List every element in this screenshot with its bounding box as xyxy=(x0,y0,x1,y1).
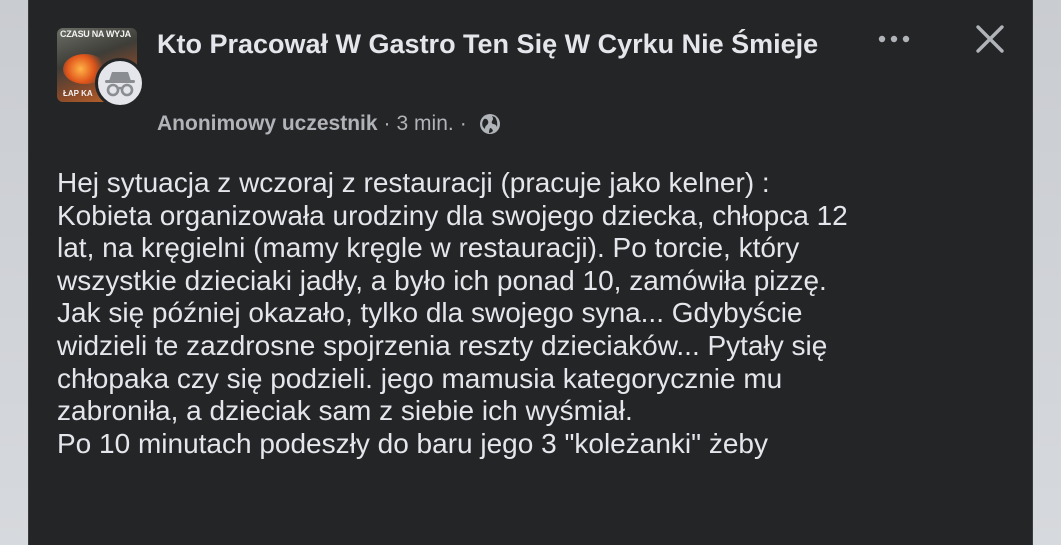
post-body-line: Jak się później okazało, tylko dla swoje… xyxy=(57,297,803,329)
more-options-icon xyxy=(876,31,912,49)
post-meta: Anonimowy uczestnik · 3 min. · xyxy=(157,112,501,136)
incognito-icon xyxy=(95,58,145,108)
meta-separator: · xyxy=(383,112,391,135)
thumbnail-top-text: CZASU NA WYJA xyxy=(60,29,131,39)
meta-separator: · xyxy=(459,112,467,135)
post-body-line: Hej sytuacja z wczoraj z restauracji (pr… xyxy=(57,167,770,198)
post-body-line: chłopaka czy się podzieli. jego mamusia … xyxy=(57,362,783,394)
close-icon xyxy=(975,24,1005,59)
more-options-button[interactable] xyxy=(869,22,919,58)
post-avatar[interactable]: CZASU NA WYJA ŁAP KA xyxy=(57,28,145,108)
group-name-link[interactable]: Kto Pracował W Gastro Ten Się W Cyrku Ni… xyxy=(157,26,857,63)
author-name[interactable]: Anonimowy uczestnik xyxy=(157,112,378,136)
post-time[interactable]: 3 min. xyxy=(397,112,454,136)
globe-icon[interactable] xyxy=(479,113,501,135)
post-body-line: Kobieta organizowała urodziny dla swojeg… xyxy=(57,199,848,231)
post-body-line: Po 10 minutach podeszły do baru jego 3 "… xyxy=(57,427,768,459)
close-button[interactable] xyxy=(967,18,1013,64)
post-body-line: widzieli te zazdrosne spojrzenia reszty … xyxy=(57,329,828,361)
post-body-line: wszystkie dzieciaki jadły, a było ich po… xyxy=(57,264,827,296)
post-card: CZASU NA WYJA ŁAP KA Kto Pracował W Gast… xyxy=(28,0,1033,545)
thumbnail-bottom-text: ŁAP KA xyxy=(63,89,93,98)
page: CZASU NA WYJA ŁAP KA Kto Pracował W Gast… xyxy=(0,0,1061,545)
post-body: Hej sytuacja z wczoraj z restauracji (pr… xyxy=(57,167,1032,460)
post-body-line: lat, na kręgielni (mamy kręgle w restaur… xyxy=(57,232,800,264)
post-body-line: zabroniła, a dzieciak sam z siebie ich w… xyxy=(57,395,633,427)
